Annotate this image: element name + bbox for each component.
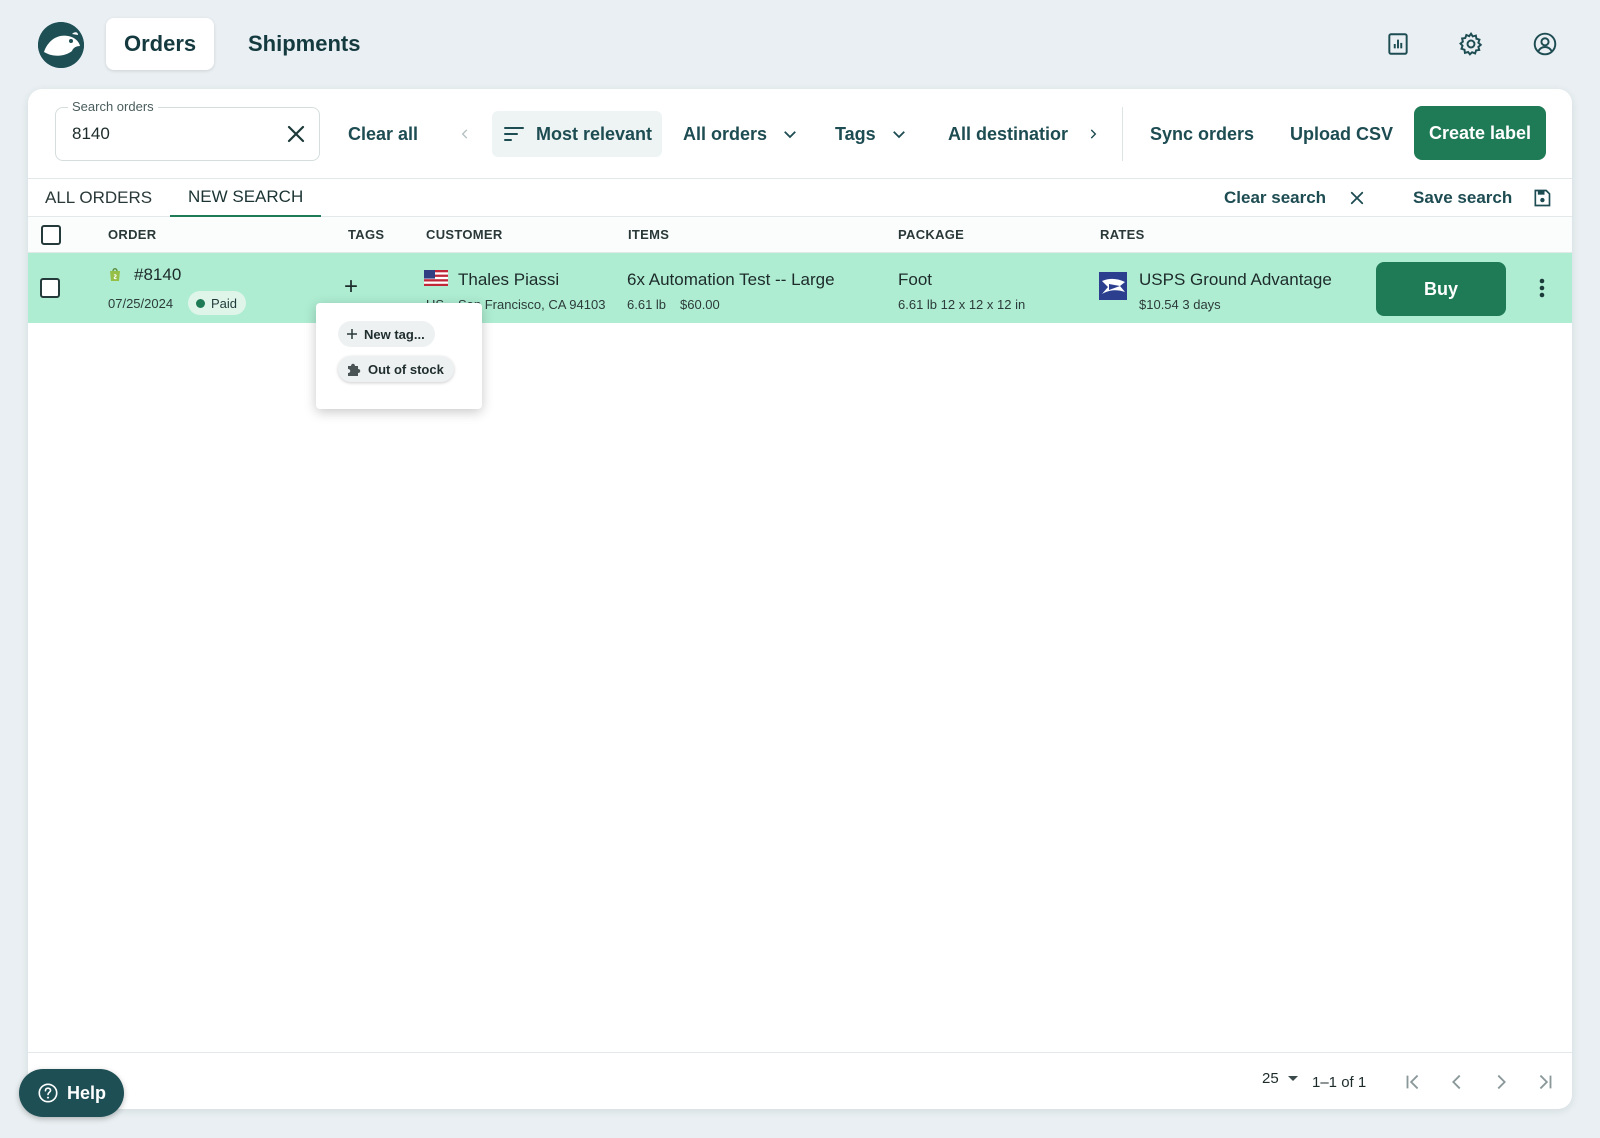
account-icon[interactable]: [1529, 28, 1561, 60]
destinations-filter-label: All destinatior: [948, 123, 1069, 144]
last-page-icon[interactable]: [1534, 1071, 1556, 1093]
previous-page-icon[interactable]: [1446, 1071, 1468, 1093]
plus-icon: [347, 329, 357, 339]
puzzle-piece-icon: [348, 363, 361, 376]
column-rates: RATES: [1100, 227, 1145, 242]
chevron-down-icon: [784, 131, 796, 139]
column-package: PACKAGE: [898, 227, 965, 242]
orders-table-header: ORDER TAGS CUSTOMER ITEMS PACKAGE RATES: [28, 217, 1572, 253]
table-row[interactable]: #8140 07/25/2024 Paid + Thales Piassi US…: [28, 253, 1572, 323]
orders-filter-label: All orders: [683, 123, 768, 144]
order-date: 07/25/2024: [108, 296, 174, 311]
upload-csv-button[interactable]: Upload CSV: [1290, 111, 1393, 157]
nav-tab-orders[interactable]: Orders: [106, 18, 215, 70]
search-orders-label: Search orders: [68, 99, 158, 114]
select-all-checkbox[interactable]: [41, 225, 61, 245]
tab-all-orders[interactable]: ALL ORDERS: [45, 179, 152, 217]
brand-logo-icon[interactable]: [38, 22, 84, 68]
tab-new-search[interactable]: NEW SEARCH: [170, 179, 322, 217]
nav-tab-label: Orders: [124, 31, 197, 56]
rate-service[interactable]: USPS Ground Advantage: [1139, 270, 1332, 290]
reports-icon[interactable]: [1382, 28, 1414, 60]
nav-tab-label: Shipments: [248, 31, 361, 56]
next-page-icon[interactable]: [1490, 1071, 1512, 1093]
us-flag-icon: [424, 270, 448, 286]
status-dot: [196, 298, 205, 308]
pagination-footer: 25 1–1 of 1: [28, 1052, 1572, 1109]
tag-menu-popover: New tag... Out of stock: [316, 303, 482, 409]
tab-label: ALL ORDERS: [45, 188, 153, 207]
sync-orders-button[interactable]: Sync orders: [1150, 111, 1254, 157]
add-tag-button[interactable]: +: [344, 273, 358, 301]
search-input[interactable]: [72, 124, 262, 144]
filter-toolbar: Search orders Clear all Most relevant Al…: [28, 89, 1572, 179]
saved-search-tabs: ALL ORDERS NEW SEARCH Clear search Save …: [28, 179, 1572, 217]
buy-label: Buy: [1423, 278, 1458, 299]
usps-eagle-logo-icon: [1099, 272, 1127, 300]
help-button[interactable]: Help: [19, 1069, 124, 1117]
status-badge: Paid: [188, 291, 247, 315]
settings-gear-icon[interactable]: [1455, 28, 1487, 60]
row-select-checkbox[interactable]: [40, 278, 60, 298]
sort-dropdown[interactable]: Most relevant: [492, 111, 663, 157]
package-details: 6.61 lb 12 x 12 x 12 in: [898, 297, 1026, 312]
rows-per-page-select[interactable]: 25: [1262, 1070, 1299, 1087]
column-order[interactable]: ORDER: [108, 227, 156, 242]
orders-filter-dropdown[interactable]: All orders: [683, 111, 799, 157]
nav-tab-shipments[interactable]: Shipments: [230, 18, 378, 70]
save-search-label: Save search: [1413, 188, 1513, 207]
create-label-text: Create label: [1428, 122, 1532, 143]
shopify-bag-icon: [110, 268, 120, 281]
save-search-button[interactable]: Save search: [1413, 179, 1552, 217]
package-name[interactable]: Foot: [898, 270, 932, 290]
tag-out-of-stock[interactable]: Out of stock: [338, 356, 454, 382]
item-weight: 6.61 lb: [627, 297, 667, 312]
clear-search-input-icon[interactable]: [284, 122, 308, 146]
scroll-filters-left-icon[interactable]: [458, 111, 472, 157]
column-tags: TAGS: [348, 227, 385, 242]
help-question-icon: [38, 1083, 58, 1103]
first-page-icon[interactable]: [1402, 1071, 1424, 1093]
item-price: $60.00: [680, 297, 720, 312]
scroll-filters-right-icon[interactable]: [1086, 111, 1100, 157]
new-tag-button[interactable]: New tag...: [338, 321, 435, 347]
caret-down-icon: [1287, 1075, 1298, 1081]
help-label: Help: [66, 1082, 106, 1103]
more-options-icon[interactable]: [1538, 277, 1546, 299]
column-items: ITEMS: [628, 227, 670, 242]
item-title[interactable]: 6x Automation Test -- Large: [627, 270, 835, 290]
clear-all-button[interactable]: Clear all: [348, 111, 418, 157]
column-customer[interactable]: CUSTOMER: [426, 227, 503, 242]
sort-label: Most relevant: [536, 123, 653, 144]
orders-panel: Search orders Clear all Most relevant Al…: [28, 89, 1572, 1109]
sync-orders-label: Sync orders: [1150, 123, 1255, 144]
out-of-stock-label: Out of stock: [368, 361, 444, 377]
clear-search-label: Clear search: [1224, 188, 1327, 207]
customer-name[interactable]: Thales Piassi: [458, 270, 559, 290]
sort-lines-icon: [504, 127, 524, 141]
order-number[interactable]: #8140: [134, 265, 181, 285]
rate-details: $10.54 3 days: [1139, 297, 1221, 312]
clear-search-button[interactable]: Clear search: [1224, 179, 1366, 217]
upload-csv-label: Upload CSV: [1290, 123, 1394, 144]
new-tag-label: New tag...: [364, 326, 425, 342]
tags-filter-label: Tags: [835, 123, 876, 144]
toolbar-divider: [1122, 107, 1123, 161]
status-label: Paid: [211, 295, 238, 311]
rows-per-page-value: 25: [1262, 1070, 1279, 1087]
buy-label-button[interactable]: Buy: [1376, 262, 1506, 316]
top-navigation: Orders Shipments: [0, 0, 1600, 90]
clear-all-label: Clear all: [348, 123, 419, 144]
close-icon: [1350, 191, 1364, 205]
tags-filter-dropdown[interactable]: Tags: [835, 111, 908, 157]
create-label-button[interactable]: Create label: [1414, 106, 1546, 160]
chevron-down-icon: [892, 131, 905, 139]
destinations-filter-dropdown[interactable]: All destinatior: [948, 111, 1072, 157]
search-orders-field[interactable]: Search orders: [55, 99, 320, 161]
tab-label: NEW SEARCH: [188, 187, 304, 206]
save-disk-icon: [1534, 189, 1551, 207]
pagination-range: 1–1 of 1: [1312, 1074, 1367, 1091]
